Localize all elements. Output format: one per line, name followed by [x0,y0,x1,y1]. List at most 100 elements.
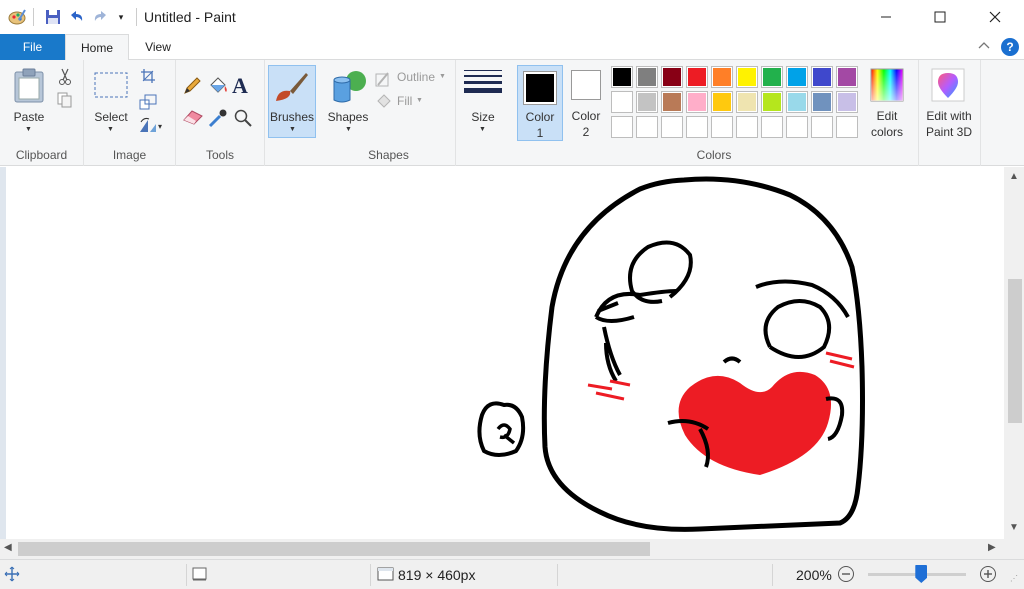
custom-color-slot[interactable] [811,116,833,138]
outline-icon[interactable] [375,70,393,91]
text-icon[interactable]: A [232,73,248,99]
palette-swatch[interactable] [686,91,708,113]
horizontal-scrollbar[interactable]: ◀ ▶ [0,539,1004,559]
color2-button[interactable]: Color 2 [568,65,606,141]
palette-swatch[interactable] [786,91,808,113]
horizontal-scroll-thumb[interactable] [18,542,650,556]
palette-swatch[interactable] [811,91,833,113]
custom-color-slot[interactable] [661,116,683,138]
cut-icon[interactable] [58,68,72,89]
palette-swatch[interactable] [611,91,633,113]
palette-swatch[interactable] [761,66,783,88]
collapse-ribbon-icon[interactable] [978,39,990,53]
rotate-icon[interactable]: ▾ [138,116,164,137]
edit-with-paint3d-line2[interactable]: Paint 3D [920,125,978,140]
undo-icon[interactable] [66,7,86,27]
custom-color-slot[interactable] [786,116,808,138]
scroll-up-icon[interactable]: ▲ [1009,171,1019,182]
help-icon[interactable]: ? [1001,38,1019,56]
paint-3d-icon[interactable] [931,68,965,105]
zoom-slider[interactable] [868,565,966,583]
outline-label[interactable]: Outline [397,70,435,85]
paste-button[interactable]: Paste [6,110,52,125]
magnifier-icon[interactable] [233,108,253,131]
color1-label: Color [525,110,555,124]
custom-color-slot[interactable] [836,116,858,138]
shapes-button[interactable]: Shapes [326,110,370,125]
palette-swatch[interactable] [611,66,633,88]
scroll-left-icon[interactable]: ◀ [4,542,12,553]
palette-swatch[interactable] [736,91,758,113]
zoom-slider-thumb[interactable] [915,565,928,583]
copy-icon[interactable] [57,92,73,111]
palette-swatch[interactable] [811,66,833,88]
palette-swatch[interactable] [786,66,808,88]
shapes-dropdown-icon[interactable]: ▼ [345,126,352,133]
redo-icon[interactable] [91,7,111,27]
brushes-dropdown-icon: ▼ [289,126,296,133]
palette-swatch[interactable] [636,91,658,113]
tab-file[interactable]: File [0,34,65,60]
edit-colors-line2[interactable]: colors [865,125,909,140]
crop-icon[interactable] [140,68,156,87]
scroll-down-icon[interactable]: ▼ [1009,522,1019,533]
color2-swatch-frame [571,70,601,100]
select-button[interactable]: Select [90,110,132,125]
clipboard-group: Paste ▼ Clipboard [0,60,84,166]
custom-color-slot[interactable] [686,116,708,138]
edit-with-paint3d-line1[interactable]: Edit with [920,109,978,124]
customize-quick-access-icon[interactable]: ▾ [114,7,128,27]
size-icon[interactable] [464,69,502,102]
fill-dropdown-icon[interactable]: ▼ [416,97,423,104]
palette-swatch[interactable] [761,91,783,113]
zoom-out-button[interactable] [837,565,855,586]
color1-button[interactable]: Color 1 [517,65,563,141]
custom-color-slot[interactable] [761,116,783,138]
brushes-button[interactable]: Brushes ▼ [268,65,316,138]
palette-swatch[interactable] [661,91,683,113]
size-button[interactable]: Size [460,110,506,125]
tab-view[interactable]: View [129,34,187,60]
hand-outline [477,401,526,457]
paste-dropdown-icon[interactable]: ▼ [25,126,32,133]
outline-dropdown-icon[interactable]: ▼ [439,73,446,80]
select-icon[interactable] [94,72,128,101]
palette-swatch[interactable] [736,66,758,88]
edit-colors-line1[interactable]: Edit [865,109,909,124]
palette-swatch[interactable] [711,66,733,88]
pencil-icon[interactable] [182,76,202,99]
custom-color-slot[interactable] [736,116,758,138]
eraser-icon[interactable] [182,108,204,129]
save-icon[interactable] [43,7,63,27]
vertical-scrollbar[interactable]: ▲ ▼ [1004,167,1024,539]
fill-bucket-icon[interactable] [207,76,229,99]
color-picker-icon[interactable] [208,108,228,131]
palette-swatch[interactable] [661,66,683,88]
fill-label[interactable]: Fill [397,94,412,109]
palette-swatch[interactable] [711,91,733,113]
palette-swatch[interactable] [686,66,708,88]
select-dropdown-icon[interactable]: ▼ [107,126,114,133]
custom-color-slot[interactable] [636,116,658,138]
scroll-right-icon[interactable]: ▶ [988,542,996,553]
shapes-icon[interactable] [330,68,368,109]
custom-color-slot[interactable] [711,116,733,138]
tab-home[interactable]: Home [65,34,129,61]
resize-icon[interactable] [139,94,157,113]
paste-icon[interactable] [13,68,45,107]
close-button[interactable] [972,0,1018,34]
vertical-scroll-thumb[interactable] [1008,279,1022,423]
zoom-in-button[interactable] [979,565,997,586]
maximize-button[interactable] [917,0,963,34]
drawing-canvas[interactable] [0,167,1004,539]
minimize-button[interactable] [863,0,909,34]
fill-icon[interactable] [375,92,393,113]
custom-color-slot[interactable] [611,116,633,138]
paint-app-icon[interactable] [6,7,28,27]
size-dropdown-icon[interactable]: ▼ [479,126,486,133]
edit-colors-icon[interactable] [870,68,904,105]
resize-grip-icon[interactable]: ⋰ [1010,574,1018,583]
palette-swatch[interactable] [836,66,858,88]
palette-swatch[interactable] [836,91,858,113]
palette-swatch[interactable] [636,66,658,88]
